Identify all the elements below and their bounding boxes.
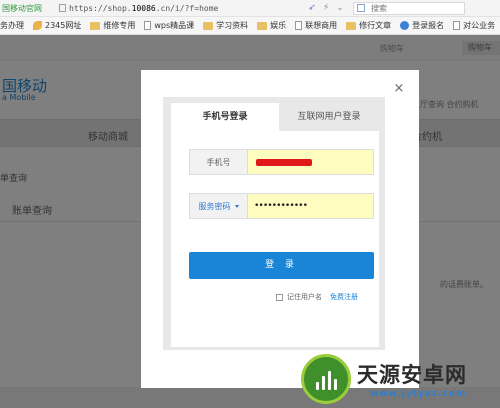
bookmark-label: 学习资料: [216, 21, 249, 30]
bookmark-item[interactable]: 登录报名: [400, 20, 444, 31]
login-panel: [171, 103, 379, 347]
folder-icon: [346, 21, 357, 30]
watermark-url: www.jytyaz.com: [370, 389, 467, 399]
lightning-icon[interactable]: ⚡: [319, 3, 333, 13]
folder-icon: [90, 21, 101, 30]
folder-icon: [203, 21, 214, 30]
register-link[interactable]: 免费注册: [330, 292, 358, 302]
watermark-title: 天源安卓网: [357, 363, 467, 387]
signal-bars-icon: [316, 368, 338, 390]
chevron-down-icon[interactable]: ⌄: [333, 3, 347, 13]
tab-internet-user-login[interactable]: 互联网用户登录: [279, 103, 379, 131]
bookmark-label: wps精品课: [154, 21, 195, 30]
bookmark-folder[interactable]: 修行文章: [346, 20, 391, 31]
page-icon: [453, 21, 461, 30]
bookmark-label: 务办理: [0, 21, 24, 30]
remember-row: 记住用户名 免费注册: [276, 292, 358, 302]
password-type-label: 服务密码: [198, 201, 231, 211]
remember-checkbox[interactable]: [276, 293, 283, 301]
bookmark-item[interactable]: wps精品课: [144, 20, 194, 31]
bookmarks-bar: 务办理 2345网址 维修专用 wps精品课 学习资料 娱乐 联想商用 修行文章…: [0, 17, 500, 35]
bookmark-label: 维修专用: [103, 21, 136, 30]
url-input[interactable]: https://shop.10086.cn/i/?f=home: [69, 4, 305, 13]
search-input[interactable]: 搜索: [353, 1, 465, 15]
bookmark-folder[interactable]: 学习资料: [203, 20, 248, 31]
bookmark-label: 修行文章: [359, 21, 392, 30]
url-prefix: https://shop.: [69, 3, 132, 13]
bookmark-item[interactable]: 对公业务: [453, 20, 495, 31]
url-domain: 10086: [131, 3, 156, 13]
bookmark-label: 娱乐: [270, 21, 287, 30]
password-field[interactable]: 服务密码 ••••••••••••: [189, 193, 374, 219]
phone-label: 手机号: [190, 150, 248, 174]
rocket-icon[interactable]: ➶: [305, 3, 319, 13]
login-button[interactable]: 登 录: [189, 252, 374, 279]
redacted-phone-value: [256, 158, 312, 166]
bookmark-item[interactable]: 联想商用: [295, 20, 337, 31]
tab-phone-login[interactable]: 手机号登录: [171, 103, 279, 131]
close-icon[interactable]: ×: [392, 82, 406, 96]
bookmark-label: 2345网址: [45, 21, 82, 30]
ie-icon: [400, 21, 410, 30]
search-placeholder: 搜索: [371, 3, 387, 13]
leaf-icon: [33, 21, 42, 30]
page-icon: [295, 21, 303, 30]
password-type-select[interactable]: 服务密码: [190, 194, 248, 218]
site-name: 国移动官网: [2, 3, 42, 13]
lock-icon: [59, 4, 66, 12]
caret-down-icon: [234, 204, 239, 208]
bookmark-item[interactable]: 2345网址: [33, 20, 81, 31]
browser-address-bar: 国移动官网 https://shop.10086.cn/i/?f=home ➶ …: [0, 0, 500, 17]
search-engine-icon: [357, 4, 365, 12]
page-icon: [144, 21, 152, 30]
remember-label[interactable]: 记住用户名: [287, 292, 322, 302]
url-suffix: .cn/i/?f=home: [155, 3, 219, 13]
folder-icon: [257, 21, 268, 30]
phone-field[interactable]: 手机号: [189, 149, 374, 175]
bookmark-folder[interactable]: 维修专用: [90, 20, 135, 31]
password-value: ••••••••••••: [254, 201, 308, 211]
bookmark-label: 联想商用: [305, 21, 338, 30]
bookmark-label: 登录报名: [412, 21, 445, 30]
bookmark-folder[interactable]: 娱乐: [257, 20, 286, 31]
bookmark-label: 对公业务: [463, 21, 496, 30]
bookmark-item[interactable]: 务办理: [0, 20, 24, 31]
